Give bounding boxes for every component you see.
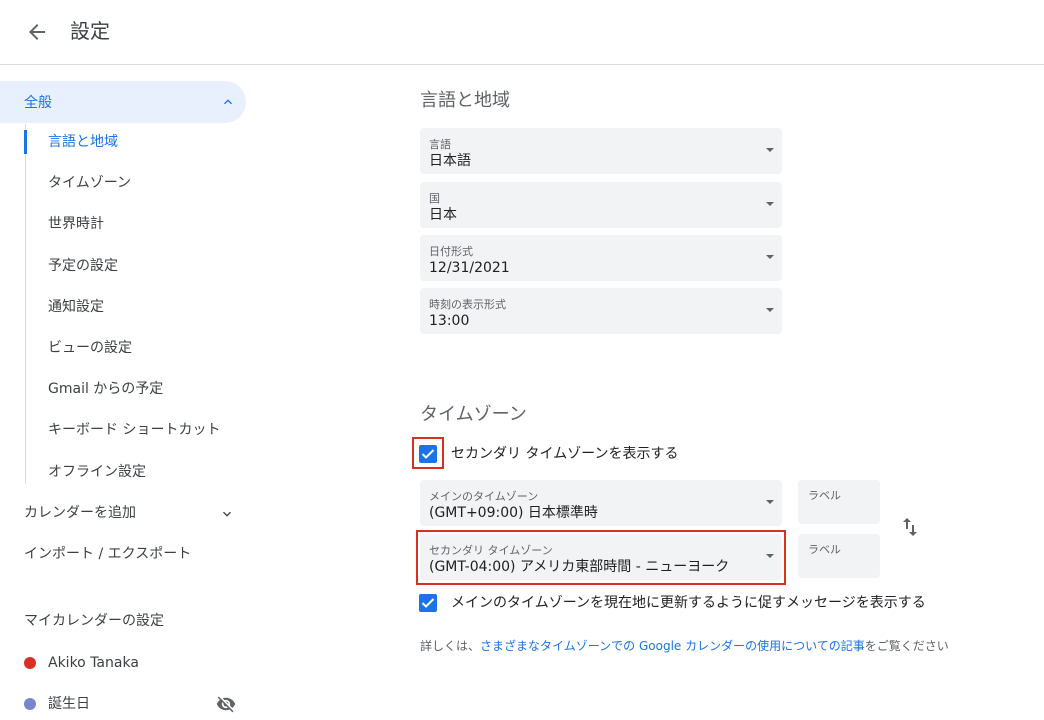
field-value: 日本 — [429, 207, 457, 223]
sidebar-item-notification-settings[interactable]: 通知設定 — [48, 297, 104, 317]
sidebar-item-gmail-events[interactable]: Gmail からの予定 — [48, 379, 163, 399]
page-title: 設定 — [70, 19, 110, 43]
swap-vert-icon[interactable] — [898, 514, 922, 540]
section-title-language-region: 言語と地域 — [420, 90, 510, 111]
primary-timezone-select[interactable]: メインのタイムゾーン (GMT+09:00) 日本標準時 — [420, 480, 782, 526]
field-value: 12/31/2021 — [429, 260, 510, 276]
help-suffix: をご覧ください — [864, 639, 949, 653]
checkmark-icon — [421, 449, 435, 459]
date-format-select[interactable]: 日付形式 12/31/2021 — [420, 235, 782, 281]
show-secondary-timezone-checkbox[interactable] — [419, 445, 437, 463]
dropdown-arrow-icon — [766, 308, 774, 312]
country-select[interactable]: 国 日本 — [420, 182, 782, 228]
sidebar-item-import-export[interactable]: インポート / エクスポート — [24, 544, 191, 564]
timezone-help-text: 詳しくは、さまざまなタイムゾーンでの Google カレンダーの使用についての記… — [420, 638, 949, 654]
sidebar-item-keyboard-shortcuts[interactable]: キーボード ショートカット — [48, 420, 220, 440]
dropdown-arrow-icon — [766, 500, 774, 504]
sidebar-item-general[interactable]: 全般 — [0, 81, 246, 123]
label-placeholder: ラベル — [808, 489, 841, 502]
help-prefix: 詳しくは、 — [420, 639, 481, 653]
field-label: セカンダリ タイムゾーン — [429, 544, 553, 557]
sidebar-item-language-region[interactable]: 言語と地域 — [48, 132, 118, 152]
my-calendars-heading: マイカレンダーの設定 — [24, 613, 164, 629]
sidebar-item-world-clock[interactable]: 世界時計 — [48, 214, 104, 234]
field-value: 日本語 — [429, 153, 471, 169]
field-label: 時刻の表示形式 — [429, 298, 506, 311]
field-label: 日付形式 — [429, 245, 473, 258]
secondary-timezone-label-input[interactable]: ラベル — [798, 534, 880, 578]
sidebar-calendar-birthdays[interactable]: 誕生日 — [48, 694, 90, 714]
field-value: (GMT+09:00) 日本標準時 — [429, 505, 598, 521]
dropdown-arrow-icon — [766, 148, 774, 152]
chevron-up-icon — [224, 99, 232, 105]
secondary-timezone-select[interactable]: セカンダリ タイムゾーン (GMT-04:00) アメリカ東部時間 - ニューヨ… — [420, 534, 782, 580]
back-arrow-icon[interactable] — [24, 20, 50, 44]
sidebar-item-label: 全般 — [24, 95, 52, 111]
field-value: 13:00 — [429, 313, 470, 329]
sidebar-item-event-settings[interactable]: 予定の設定 — [48, 256, 118, 276]
prompt-update-timezone-checkbox[interactable] — [419, 594, 437, 612]
chevron-down-icon[interactable] — [219, 506, 235, 522]
dropdown-arrow-icon — [766, 255, 774, 259]
sidebar-calendar-akiko-tanaka[interactable]: Akiko Tanaka — [48, 653, 139, 673]
sidebar-item-view-settings[interactable]: ビューの設定 — [48, 338, 132, 358]
field-label: 国 — [429, 192, 440, 205]
sidebar-item-offline-settings[interactable]: オフライン設定 — [48, 462, 146, 482]
calendar-color-dot — [24, 698, 36, 710]
section-title-timezone: タイムゾーン — [420, 404, 527, 425]
timezone-help-link[interactable]: さまざまなタイムゾーンでの Google カレンダーの使用についての記事 — [480, 639, 865, 653]
calendar-color-dot — [24, 657, 36, 669]
active-indicator — [24, 130, 27, 154]
time-format-select[interactable]: 時刻の表示形式 13:00 — [420, 288, 782, 334]
sidebar-item-timezone[interactable]: タイムゾーン — [48, 173, 131, 193]
settings-header: 設定 — [0, 0, 1044, 65]
sidebar-item-add-calendar[interactable]: カレンダーを追加 — [24, 503, 136, 523]
visibility-off-icon[interactable] — [216, 694, 236, 714]
dropdown-arrow-icon — [766, 554, 774, 558]
dropdown-arrow-icon — [766, 202, 774, 206]
label-placeholder: ラベル — [808, 543, 841, 556]
field-value: (GMT-04:00) アメリカ東部時間 - ニューヨーク — [429, 559, 730, 575]
prompt-update-timezone-label: メインのタイムゾーンを現在地に更新するように促すメッセージを表示する — [451, 595, 926, 611]
language-select[interactable]: 言語 日本語 — [420, 128, 782, 174]
subnav-divider — [25, 124, 26, 484]
field-label: メインのタイムゾーン — [429, 490, 539, 503]
primary-timezone-label-input[interactable]: ラベル — [798, 480, 880, 524]
field-label: 言語 — [429, 138, 451, 151]
checkmark-icon — [421, 598, 435, 608]
show-secondary-timezone-label: セカンダリ タイムゾーンを表示する — [451, 446, 679, 462]
